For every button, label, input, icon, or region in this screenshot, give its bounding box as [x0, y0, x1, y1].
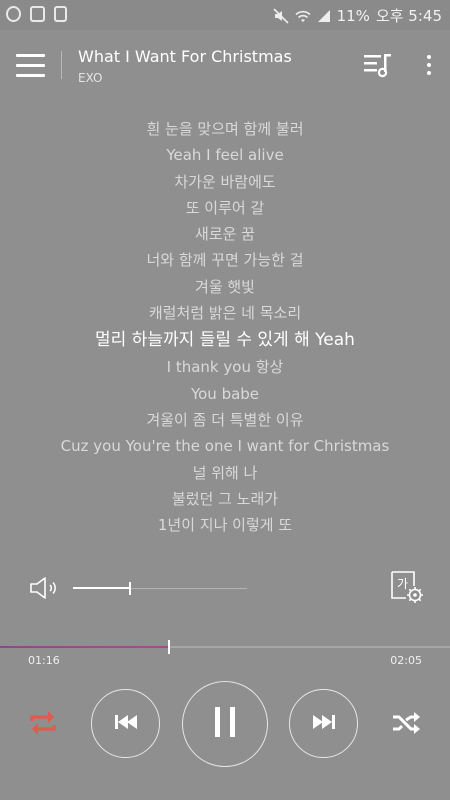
app-notification-icon — [6, 6, 21, 22]
pause-icon — [214, 707, 236, 741]
elapsed-time: 01:16 — [28, 654, 60, 667]
lyric-line: 너와 함께 꾸면 가능한 걸 — [146, 251, 304, 270]
volume-slider-fill — [73, 587, 131, 589]
total-time: 02:05 — [390, 654, 422, 667]
lyric-line: 불렀던 그 노래가 — [171, 489, 279, 508]
lyric-line: You babe — [190, 384, 260, 403]
lyric-line: 캐럴처럼 밝은 네 목소리 — [148, 304, 302, 323]
lyric-line: 흰 눈을 맞으며 함께 불러 — [146, 120, 304, 138]
lyric-line: 겨울이 좀 더 특별한 이유 — [146, 410, 304, 429]
header-divider — [61, 51, 62, 79]
lyric-line: Yeah I feel alive — [166, 146, 284, 165]
lyric-line: Cuz you You're the one I want for Christ… — [60, 437, 390, 456]
more-icon[interactable] — [418, 50, 440, 80]
lyric-line: 1년이 지나 이렇게 또 — [157, 516, 293, 535]
volume-slider[interactable] — [73, 582, 247, 595]
lyrics-panel[interactable]: 흰 눈을 맞으며 함께 불러 Yeah I feel alive 차가운 바람에도또… — [0, 116, 450, 538]
current-lyric-line: 멀리 하늘까지 들릴 수 있게 해 Yeah — [95, 330, 355, 351]
pause-button[interactable] — [182, 681, 268, 767]
lyric-line: 또 이루어 갈 — [185, 198, 265, 217]
mute-icon — [273, 7, 289, 24]
lyric-line: 차가운 바람에도 — [174, 172, 276, 191]
lyric-line: 겨울 햇빛 — [195, 277, 255, 296]
seek-bar[interactable] — [0, 640, 450, 654]
lyric-line: 널 위해 나 — [192, 463, 258, 482]
signal-icon — [317, 9, 331, 23]
speaker-icon[interactable] — [28, 575, 64, 601]
playlist-icon[interactable] — [362, 50, 394, 80]
sd-card-icon — [54, 6, 67, 22]
song-artist[interactable]: EXO — [78, 71, 102, 85]
lyric-line: I thank you 항상 — [166, 358, 284, 377]
seek-bar-fill — [0, 646, 170, 648]
song-title: What I Want For Christmas — [78, 47, 292, 66]
lyric-line: 새로운 꿈 — [195, 225, 255, 244]
previous-icon — [114, 714, 138, 734]
next-icon — [312, 714, 336, 734]
previous-button[interactable] — [91, 689, 160, 758]
lyrics-size-label: 가 — [397, 577, 408, 591]
status-left-icons — [6, 6, 67, 22]
status-bar: 11% 오후 5:45 — [0, 0, 450, 30]
volume-slider-thumb[interactable] — [129, 582, 132, 595]
lyrics-size-button[interactable]: 가 — [390, 570, 426, 606]
menu-icon[interactable] — [16, 54, 46, 78]
battery-saver-icon — [30, 6, 45, 22]
wifi-icon — [295, 8, 311, 24]
next-button[interactable] — [289, 689, 358, 758]
status-time: 오후 5:45 — [375, 7, 442, 25]
player-header: What I Want For Christmas EXO — [0, 30, 450, 102]
status-right: 11% 오후 5:45 — [273, 5, 442, 26]
seek-bar-thumb[interactable] — [168, 640, 171, 654]
shuffle-icon[interactable] — [390, 708, 422, 738]
battery-percent: 11% — [336, 6, 370, 25]
repeat-icon[interactable] — [26, 708, 60, 738]
